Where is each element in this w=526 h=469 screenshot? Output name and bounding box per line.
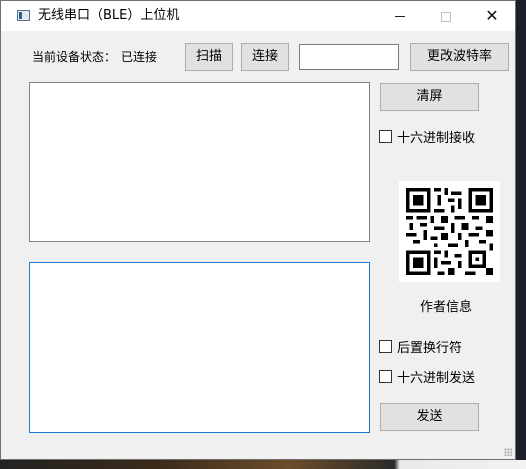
change-baud-rate-button[interactable]: 更改波特率 — [410, 43, 509, 71]
close-icon: ✕ — [485, 6, 499, 25]
minimize-button[interactable] — [377, 1, 423, 31]
maximize-icon — [441, 11, 451, 22]
app-window-icon — [17, 10, 30, 21]
qr-code-icon — [399, 181, 500, 282]
resize-grip[interactable] — [504, 448, 512, 456]
append-newline-label: 后置换行符 — [397, 341, 463, 356]
hex-send-checkbox-box[interactable] — [379, 370, 392, 383]
desktop-background-bottom — [0, 460, 526, 469]
send-button[interactable]: 发送 — [380, 403, 479, 431]
clear-screen-button[interactable]: 清屏 — [380, 83, 479, 111]
send-text-area[interactable] — [29, 262, 370, 433]
receive-text-area[interactable] — [29, 82, 370, 242]
author-info-label: 作者信息 — [420, 300, 473, 315]
append-newline-checkbox-box[interactable] — [379, 340, 392, 353]
device-status-value: 已连接 — [121, 50, 158, 64]
connect-button[interactable]: 连接 — [241, 43, 289, 71]
baud-rate-input[interactable] — [299, 44, 399, 70]
hex-receive-checkbox-box[interactable] — [379, 130, 392, 143]
title-bar[interactable]: 无线串口（BLE）上位机 ✕ — [1, 1, 515, 31]
maximize-button[interactable] — [423, 1, 469, 31]
append-newline-checkbox[interactable]: 后置换行符 — [379, 340, 462, 356]
hex-send-checkbox[interactable]: 十六进制发送 — [379, 370, 475, 386]
device-status-label: 当前设备状态： — [32, 50, 117, 64]
window-title: 无线串口（BLE）上位机 — [38, 8, 180, 23]
scan-button[interactable]: 扫描 — [185, 43, 233, 71]
hex-receive-label: 十六进制接收 — [397, 131, 476, 146]
hex-send-label: 十六进制发送 — [397, 371, 476, 386]
close-button[interactable]: ✕ — [469, 1, 515, 31]
hex-receive-checkbox[interactable]: 十六进制接收 — [379, 130, 475, 146]
minimize-icon — [395, 16, 405, 17]
app-window: 无线串口（BLE）上位机 ✕ 当前设备状态： 已连接 扫描 连接 更改波特率 清… — [0, 0, 516, 460]
